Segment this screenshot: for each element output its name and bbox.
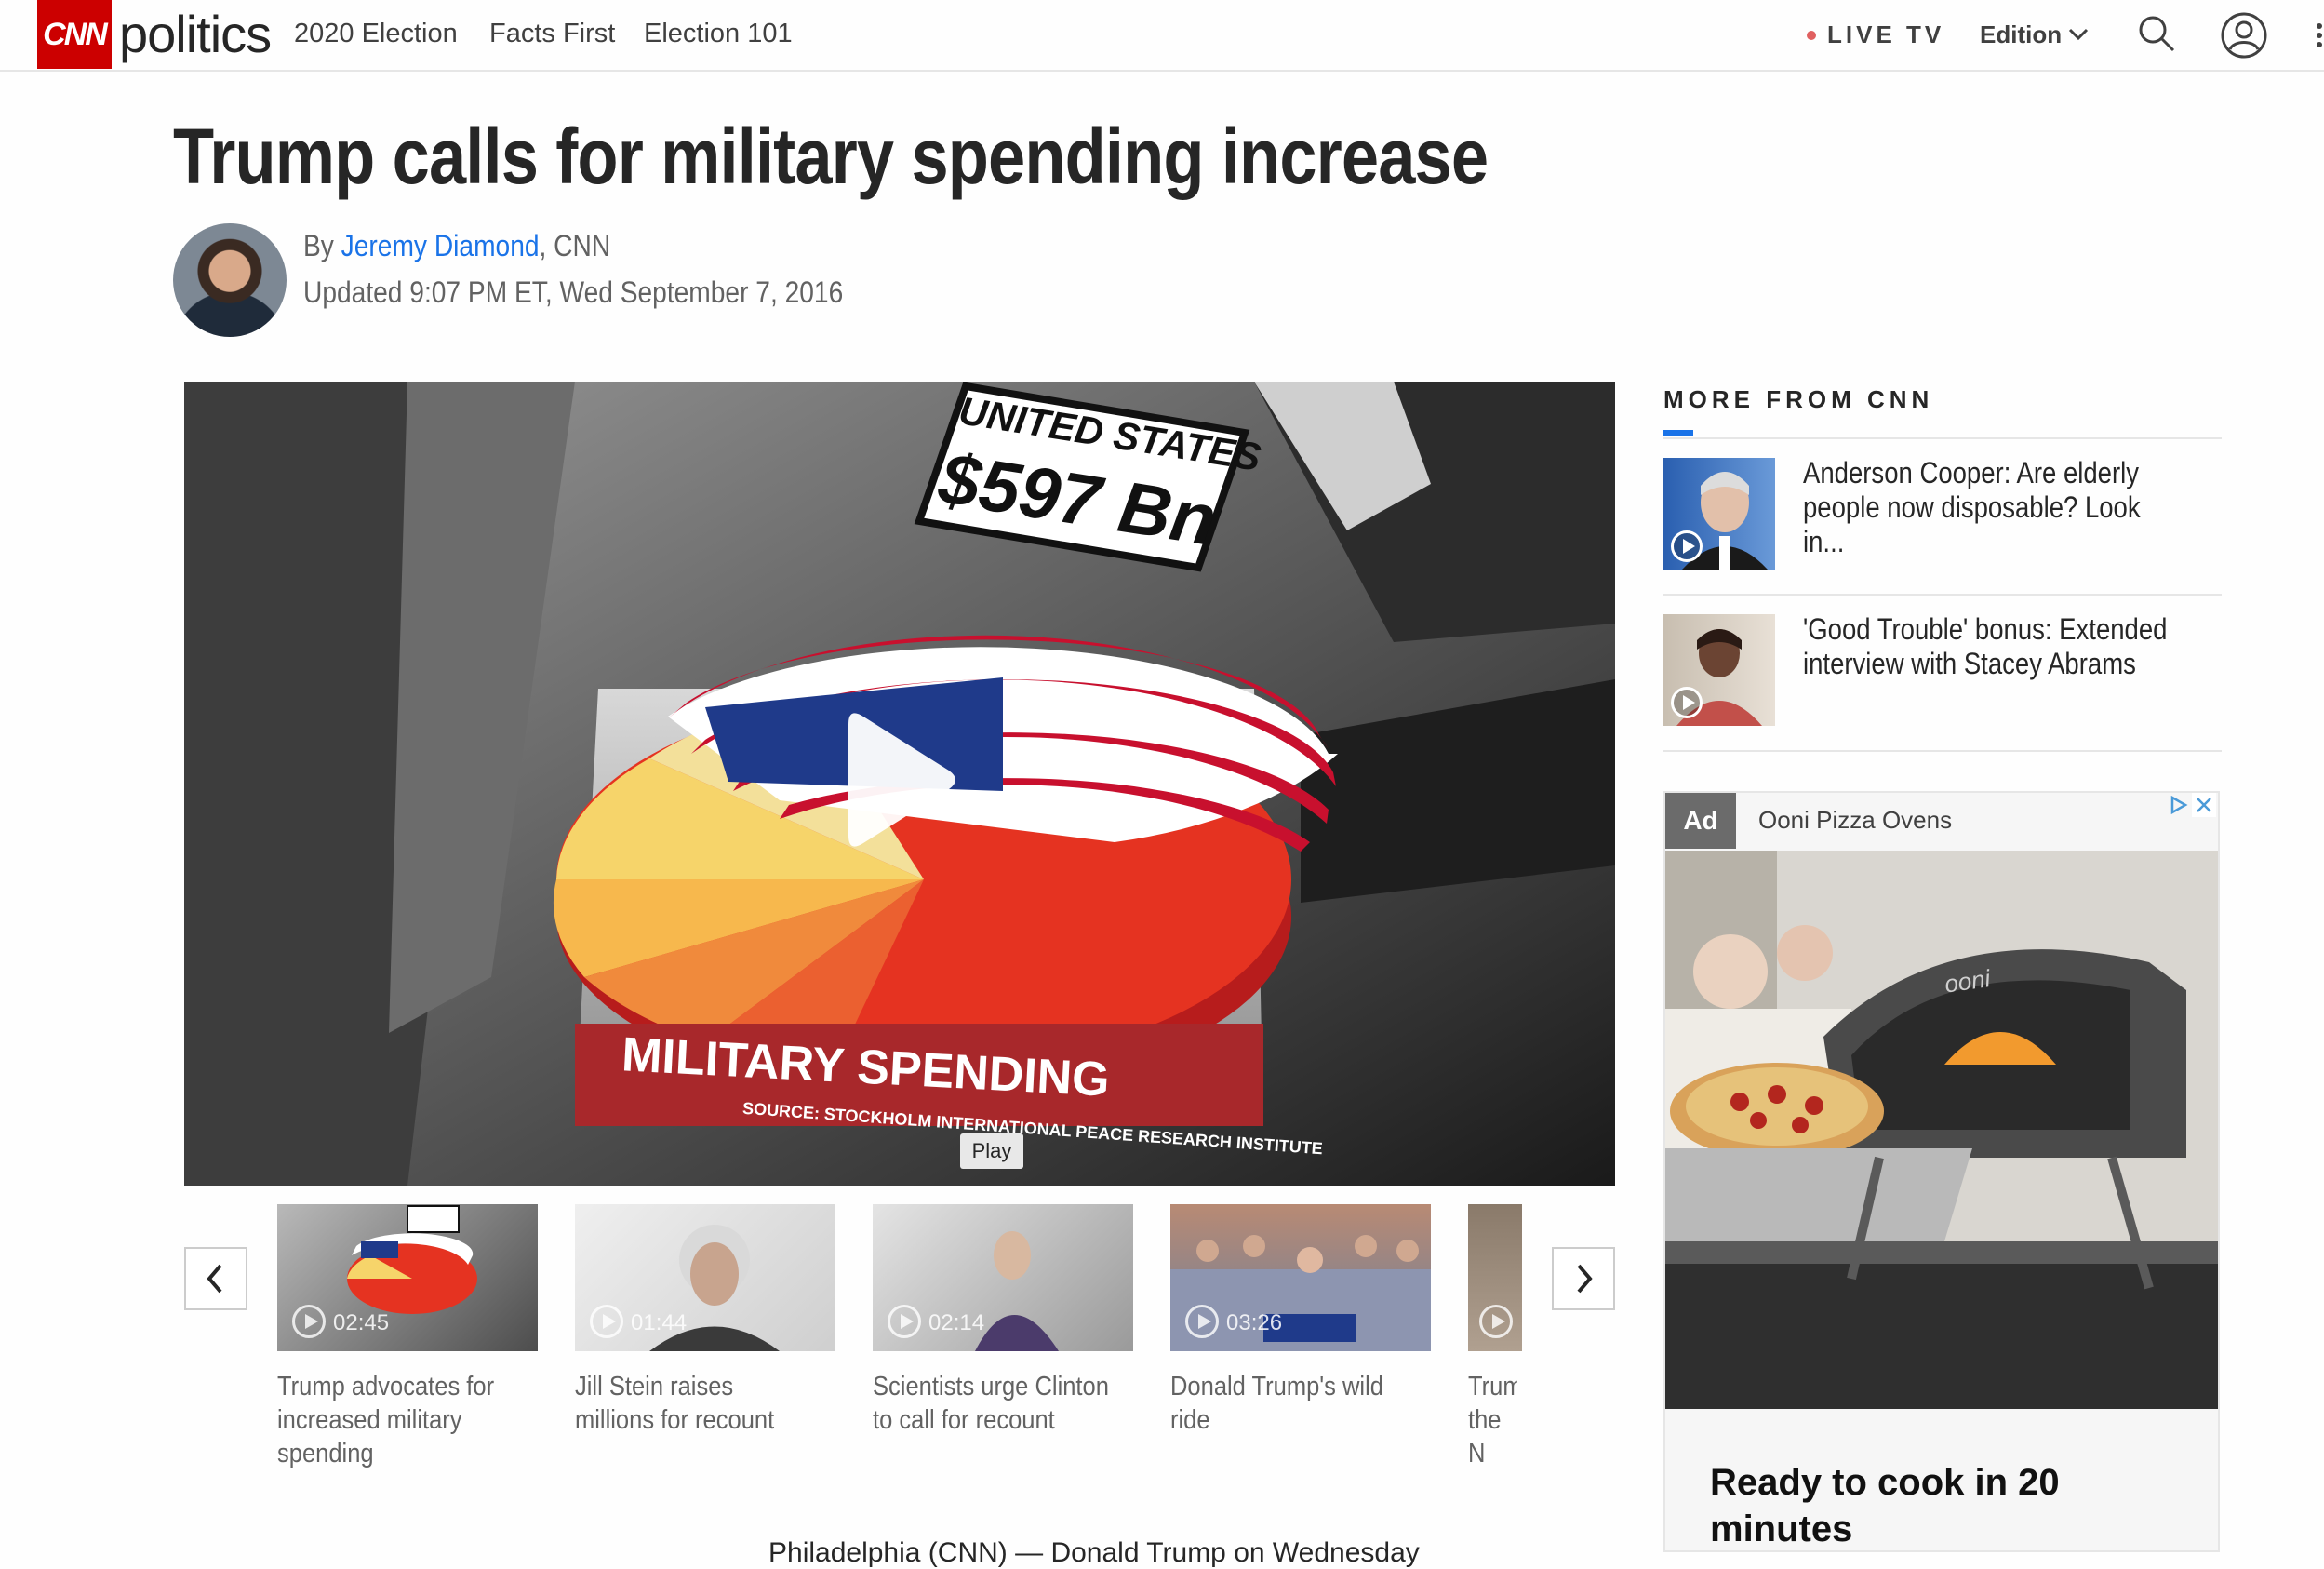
video-player[interactable]: UNITED STATES $597 Bn MILITARY SPENDING … bbox=[184, 382, 1615, 1186]
nav-link-facts-first[interactable]: Facts First bbox=[489, 19, 615, 49]
more-item-title[interactable]: 'Good Trouble' bonus: Extended interview… bbox=[1803, 612, 2187, 681]
ad-sponsor[interactable]: Ooni Pizza Ovens bbox=[1758, 806, 1952, 835]
ad-headline[interactable]: Ready to cook in 20 minutes bbox=[1710, 1459, 2194, 1550]
cnn-logo[interactable]: CNN bbox=[37, 0, 112, 69]
carousel-thumb[interactable]: 02:45 bbox=[277, 1204, 538, 1351]
section-title[interactable]: politics bbox=[119, 4, 272, 64]
article-body-start: Philadelphia (CNN) — Donald Trump on Wed… bbox=[768, 1537, 1420, 1568]
updated-timestamp: Updated 9:07 PM ET, Wed September 7, 201… bbox=[303, 275, 844, 309]
carousel-caption[interactable]: Scientists urge Clinton to call for reco… bbox=[873, 1370, 1110, 1437]
more-item-thumb[interactable] bbox=[1663, 458, 1775, 570]
play-tooltip: Play bbox=[960, 1133, 1023, 1169]
user-account-icon[interactable] bbox=[2220, 11, 2268, 60]
ad-image[interactable]: ooni bbox=[1665, 851, 2220, 1409]
heading-accent-bar bbox=[1663, 430, 1693, 436]
carousel-thumb[interactable]: 01:44 bbox=[575, 1204, 835, 1351]
nav-link-2020-election[interactable]: 2020 Election bbox=[294, 19, 458, 49]
carousel-caption[interactable]: Trump advocates for increased military s… bbox=[277, 1370, 514, 1470]
byline: By Jeremy Diamond, CNN bbox=[303, 229, 610, 263]
more-item-title[interactable]: Anderson Cooper: Are elderly people now … bbox=[1803, 456, 2187, 559]
carousel-caption[interactable]: Donald Trump's wild ride bbox=[1170, 1370, 1408, 1437]
carousel-thumb[interactable] bbox=[1468, 1204, 1522, 1351]
chevron-right-icon bbox=[1577, 1264, 1593, 1294]
thumb-duration: 02:14 bbox=[928, 1310, 985, 1335]
thumb-duration: 02:45 bbox=[333, 1310, 390, 1335]
video-frame[interactable]: UNITED STATES $597 Bn MILITARY SPENDING … bbox=[184, 382, 1615, 1186]
ad-unit[interactable]: Ad Ooni Pizza Ovens ooni Ready to cook i… bbox=[1663, 791, 2220, 1552]
more-from-cnn-heading: MORE FROM CNN bbox=[1663, 385, 1934, 413]
carousel-next-button[interactable] bbox=[1552, 1247, 1615, 1310]
thumb-play-icon bbox=[888, 1305, 921, 1338]
more-menu-icon[interactable] bbox=[2315, 15, 2324, 56]
carousel-prev-button[interactable] bbox=[184, 1247, 247, 1310]
adchoices-icon[interactable] bbox=[2168, 793, 2190, 817]
ad-label: Ad bbox=[1665, 793, 1736, 849]
page-title: Trump calls for military spending increa… bbox=[173, 113, 1489, 200]
carousel-thumb[interactable]: 03:26 bbox=[1170, 1204, 1431, 1351]
close-icon[interactable] bbox=[2192, 793, 2216, 817]
search-icon[interactable] bbox=[2136, 13, 2177, 54]
video-play-icon bbox=[1671, 687, 1703, 718]
carousel-caption[interactable]: Jill Stein raises millions for recount bbox=[575, 1370, 812, 1437]
edition-menu[interactable]: Edition bbox=[1980, 20, 2062, 49]
thumb-play-icon bbox=[1185, 1305, 1219, 1338]
live-tv-link[interactable]: LIVE TV bbox=[1827, 20, 1944, 49]
thumb-play-icon bbox=[590, 1305, 623, 1338]
carousel-caption[interactable]: Trum the N bbox=[1468, 1370, 1517, 1470]
more-item-thumb[interactable] bbox=[1663, 614, 1775, 726]
byline-suffix: , CNN bbox=[539, 229, 611, 262]
thumb-duration: 03:26 bbox=[1226, 1310, 1283, 1335]
chevron-left-icon bbox=[207, 1264, 222, 1294]
more-item[interactable]: Anderson Cooper: Are elderly people now … bbox=[1663, 439, 2222, 596]
byline-prefix: By bbox=[303, 229, 341, 262]
author-avatar[interactable] bbox=[173, 223, 287, 337]
carousel-thumb[interactable]: 02:14 bbox=[873, 1204, 1133, 1351]
thumb-play-icon bbox=[292, 1305, 326, 1338]
chevron-down-icon[interactable] bbox=[2067, 20, 2090, 55]
video-play-icon bbox=[1671, 530, 1703, 562]
author-link[interactable]: Jeremy Diamond bbox=[341, 229, 540, 262]
live-dot-icon bbox=[1807, 31, 1816, 40]
nav-link-election-101[interactable]: Election 101 bbox=[644, 19, 793, 49]
more-item[interactable]: 'Good Trouble' bonus: Extended interview… bbox=[1663, 596, 2222, 752]
thumb-play-icon bbox=[1479, 1305, 1513, 1338]
thumb-duration: 01:44 bbox=[631, 1310, 688, 1335]
